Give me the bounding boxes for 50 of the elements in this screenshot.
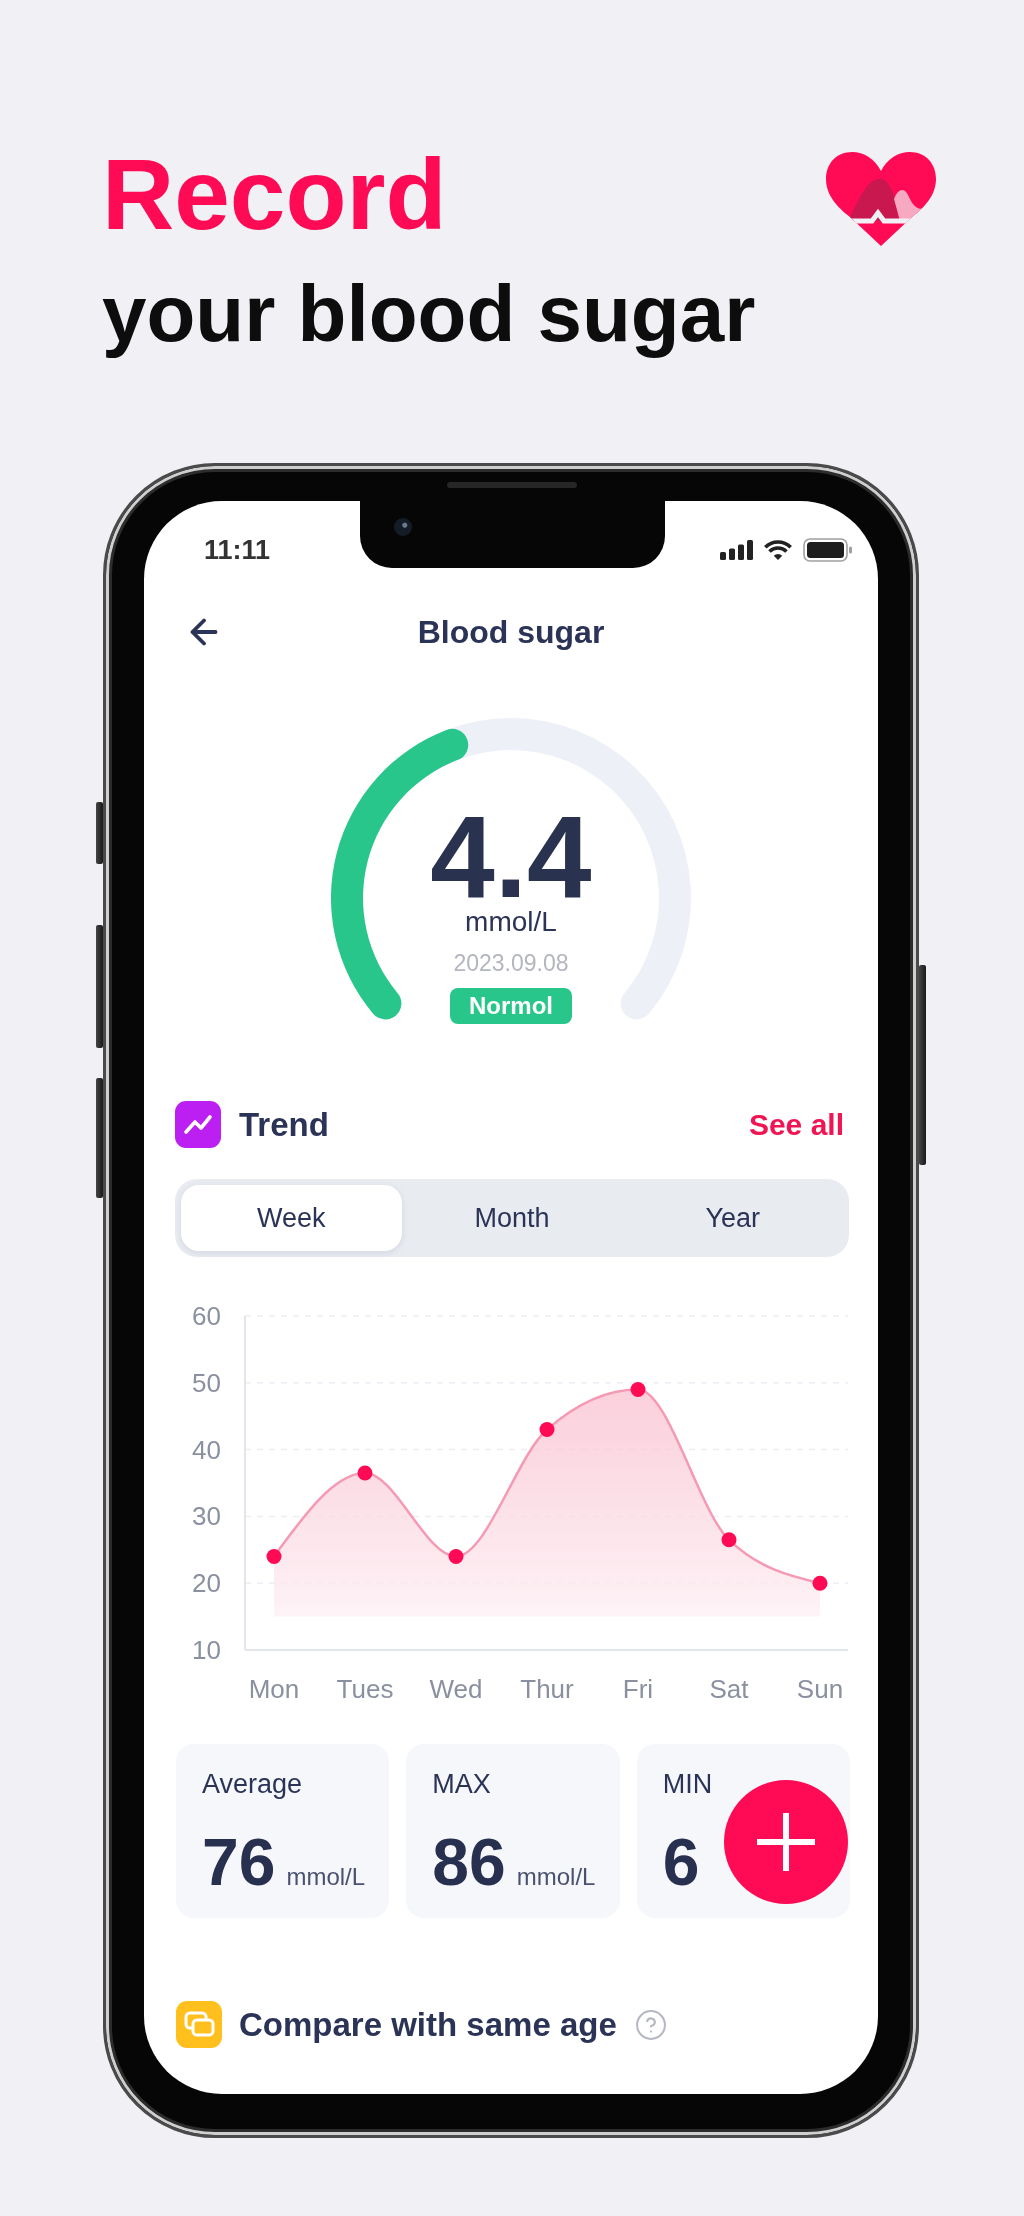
y-tick-label: 40 — [192, 1434, 221, 1465]
y-tick-label: 30 — [192, 1501, 221, 1532]
stat-label: Average — [202, 1768, 303, 1800]
x-tick-label: Tues — [336, 1674, 394, 1704]
x-tick-label: Fri — [622, 1674, 654, 1704]
x-tick-label: Mon — [248, 1674, 300, 1704]
camera-lens-icon — [394, 518, 412, 536]
y-tick-label: 50 — [192, 1367, 221, 1398]
stat-value: 86 — [432, 1827, 506, 1897]
battery-icon — [803, 538, 853, 562]
wifi-icon — [763, 539, 793, 561]
overlapping-squares-icon — [176, 2001, 222, 2048]
data-point — [357, 1465, 373, 1481]
stat-unit: mmol/L — [516, 1863, 596, 1891]
plus-icon — [757, 1813, 815, 1871]
see-all-link[interactable]: See all — [748, 1106, 844, 1143]
data-point — [266, 1549, 282, 1564]
frame-side-strip — [96, 802, 103, 864]
unit-label: mmol/L — [465, 907, 557, 937]
headline: Record — [102, 144, 447, 244]
stat-label: MIN — [662, 1768, 713, 1800]
stat-value: 6 — [662, 1827, 700, 1897]
x-tick-label: Sun — [796, 1674, 844, 1704]
x-tick-label: Wed — [429, 1674, 483, 1704]
data-point — [721, 1532, 737, 1548]
y-tick-label: 10 — [192, 1635, 221, 1665]
stat-unit: mmol/L — [286, 1863, 366, 1891]
status-badge: Normol — [450, 988, 572, 1024]
data-point — [448, 1549, 464, 1564]
status-time: 11:11 — [204, 535, 271, 565]
help-icon[interactable] — [635, 2009, 666, 2040]
page-title: Blood sugar — [417, 613, 605, 652]
back-arrow-icon[interactable] — [190, 618, 218, 646]
y-tick-label: 20 — [192, 1568, 221, 1599]
data-point — [539, 1422, 555, 1438]
x-tick-label: Thur — [520, 1674, 574, 1704]
x-tick-label: Sat — [709, 1674, 749, 1704]
period-tab[interactable]: Week — [181, 1185, 402, 1251]
y-tick-label: 60 — [192, 1301, 221, 1331]
stat-label: MAX — [432, 1768, 491, 1800]
section-title: Trend — [239, 1104, 329, 1145]
reading-date: 2023.09.08 — [453, 949, 569, 977]
signal-icon — [720, 540, 753, 560]
data-point — [812, 1575, 828, 1591]
period-tab[interactable]: Month — [401, 1185, 623, 1251]
section-title: Compare with same age — [239, 2004, 617, 2045]
period-tab[interactable]: Year — [622, 1185, 843, 1251]
stat-value: 76 — [202, 1827, 276, 1897]
data-point — [630, 1382, 646, 1397]
glucose-value: 4.4 — [430, 807, 592, 907]
